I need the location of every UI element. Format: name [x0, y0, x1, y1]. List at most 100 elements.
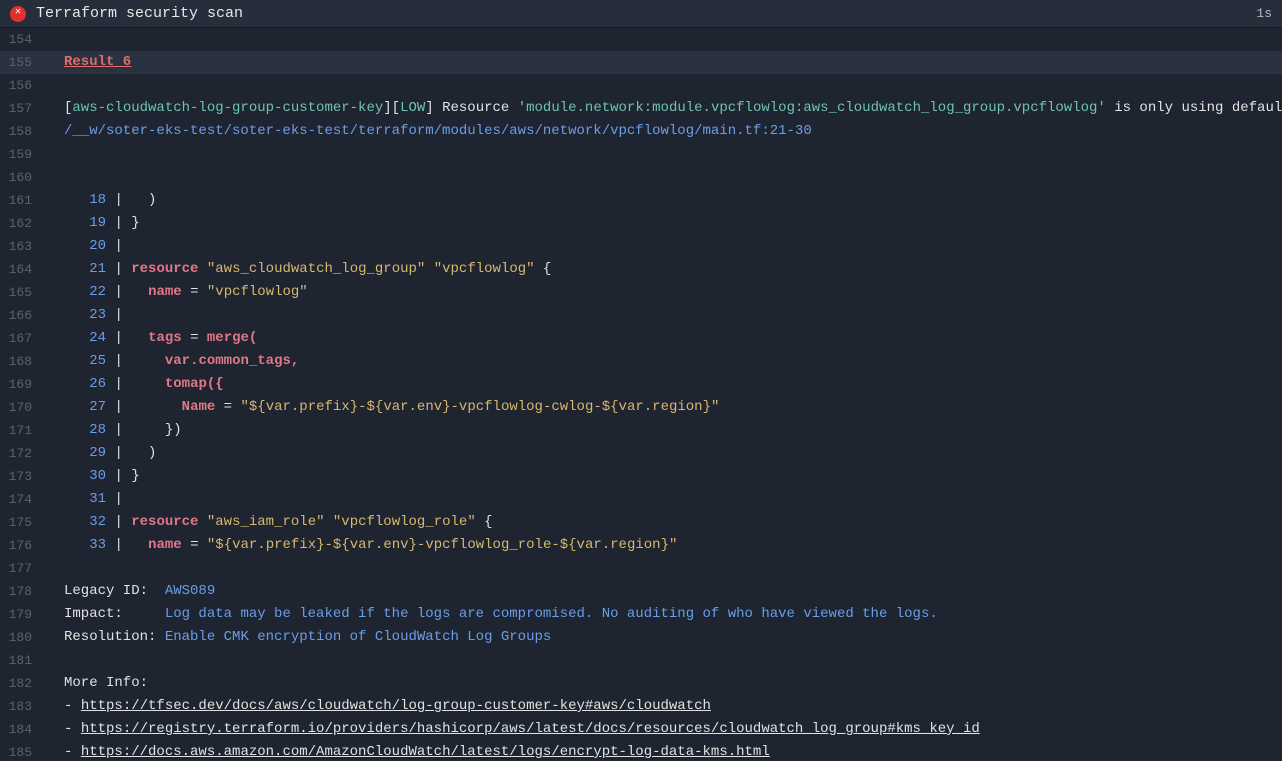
log-content: 24 | tags = merge(	[44, 327, 1282, 350]
legacy-id: AWS089	[165, 583, 215, 599]
gutter-number: 156	[0, 74, 44, 97]
error-circle-icon: ✕	[10, 6, 26, 22]
log-line: 174 31 |	[0, 488, 1282, 511]
log-line: 166 23 |	[0, 304, 1282, 327]
log-content: Legacy ID: AWS089	[44, 580, 1282, 603]
log-line: 171 28 | })	[0, 419, 1282, 442]
log-line: 160	[0, 166, 1282, 189]
gutter-number: 181	[0, 649, 44, 672]
gutter-number: 177	[0, 557, 44, 580]
log-line: 162 19 | }	[0, 212, 1282, 235]
gutter-number: 165	[0, 281, 44, 304]
gutter-number: 169	[0, 373, 44, 396]
info-link[interactable]: https://registry.terraform.io/providers/…	[81, 721, 980, 737]
log-content: /__w/soter-eks-test/soter-eks-test/terra…	[44, 120, 1282, 143]
gutter-number: 183	[0, 695, 44, 718]
gutter-number: 171	[0, 419, 44, 442]
log-line: 185- https://docs.aws.amazon.com/AmazonC…	[0, 741, 1282, 761]
log-line: 156	[0, 74, 1282, 97]
log-content	[44, 557, 1282, 580]
gutter-number: 178	[0, 580, 44, 603]
log-line: 154	[0, 28, 1282, 51]
log-content: 20 |	[44, 235, 1282, 258]
gutter-number: 174	[0, 488, 44, 511]
log-content	[44, 28, 1282, 51]
log-content: Impact: Log data may be leaked if the lo…	[44, 603, 1282, 626]
log-line: 178Legacy ID: AWS089	[0, 580, 1282, 603]
log-content	[44, 143, 1282, 166]
gutter-number: 157	[0, 97, 44, 120]
gutter-number: 164	[0, 258, 44, 281]
log-line: 179Impact: Log data may be leaked if the…	[0, 603, 1282, 626]
log-content	[44, 649, 1282, 672]
header-left: ✕ Terraform security scan	[10, 5, 243, 22]
rule-id: aws-cloudwatch-log-group-customer-key	[72, 100, 383, 116]
log-content: 19 | }	[44, 212, 1282, 235]
log-content: 18 | )	[44, 189, 1282, 212]
gutter-number: 185	[0, 741, 44, 761]
log-line: 170 27 | Name = "${var.prefix}-${var.env…	[0, 396, 1282, 419]
log-line: 167 24 | tags = merge(	[0, 327, 1282, 350]
gutter-number: 167	[0, 327, 44, 350]
log-line: 158 /__w/soter-eks-test/soter-eks-test/te…	[0, 120, 1282, 143]
gutter-number: 172	[0, 442, 44, 465]
panel-header: ✕ Terraform security scan 1s	[0, 0, 1282, 28]
gutter-number: 175	[0, 511, 44, 534]
log-line: 164 21 | resource "aws_cloudwatch_log_gr…	[0, 258, 1282, 281]
gutter-number: 162	[0, 212, 44, 235]
log-content: 29 | )	[44, 442, 1282, 465]
log-line: 168 25 | var.common_tags,	[0, 350, 1282, 373]
log-line: 181	[0, 649, 1282, 672]
gutter-number: 173	[0, 465, 44, 488]
log-line: 163 20 |	[0, 235, 1282, 258]
info-link[interactable]: https://tfsec.dev/docs/aws/cloudwatch/lo…	[81, 698, 711, 714]
log-output[interactable]: 154155 Result 6 156157[aws-cloudwatch-log-…	[0, 28, 1282, 761]
log-line: 177	[0, 557, 1282, 580]
gutter-number: 154	[0, 28, 44, 51]
gutter-number: 184	[0, 718, 44, 741]
log-content: - https://tfsec.dev/docs/aws/cloudwatch/…	[44, 695, 1282, 718]
gutter-number: 155	[0, 51, 44, 74]
gutter-number: 166	[0, 304, 44, 327]
result-header: Result 6	[64, 54, 131, 70]
info-link[interactable]: https://docs.aws.amazon.com/AmazonCloudW…	[81, 744, 770, 760]
log-line: 176 33 | name = "${var.prefix}-${var.env…	[0, 534, 1282, 557]
log-content: [aws-cloudwatch-log-group-customer-key][…	[44, 97, 1282, 120]
gutter-number: 176	[0, 534, 44, 557]
log-content: 33 | name = "${var.prefix}-${var.env}-vp…	[44, 534, 1282, 557]
log-line: 175 32 | resource "aws_iam_role" "vpcflo…	[0, 511, 1282, 534]
log-line: 157[aws-cloudwatch-log-group-customer-ke…	[0, 97, 1282, 120]
log-content: 22 | name = "vpcflowlog"	[44, 281, 1282, 304]
log-line: 180Resolution: Enable CMK encryption of …	[0, 626, 1282, 649]
impact-text: Log data may be leaked if the logs are c…	[165, 606, 938, 622]
file-path[interactable]: /__w/soter-eks-test/soter-eks-test/terra…	[64, 123, 812, 139]
severity: LOW	[400, 100, 425, 116]
gutter-number: 158	[0, 120, 44, 143]
log-content	[44, 166, 1282, 189]
log-line: 173 30 | }	[0, 465, 1282, 488]
gutter-number: 170	[0, 396, 44, 419]
gutter-number: 180	[0, 626, 44, 649]
log-content: 23 |	[44, 304, 1282, 327]
gutter-number: 159	[0, 143, 44, 166]
log-line: 161 18 | )	[0, 189, 1282, 212]
panel-duration: 1s	[1256, 6, 1272, 21]
gutter-number: 161	[0, 189, 44, 212]
gutter-number: 179	[0, 603, 44, 626]
log-content: 32 | resource "aws_iam_role" "vpcflowlog…	[44, 511, 1282, 534]
log-content	[44, 74, 1282, 97]
log-content: 27 | Name = "${var.prefix}-${var.env}-vp…	[44, 396, 1282, 419]
gutter-number: 182	[0, 672, 44, 695]
gutter-number: 168	[0, 350, 44, 373]
log-content: - https://docs.aws.amazon.com/AmazonClou…	[44, 741, 1282, 761]
resolution-text: Enable CMK encryption of CloudWatch Log …	[165, 629, 551, 645]
log-line: 165 22 | name = "vpcflowlog"	[0, 281, 1282, 304]
log-content: - https://registry.terraform.io/provider…	[44, 718, 1282, 741]
log-content: 26 | tomap({	[44, 373, 1282, 396]
log-content: 30 | }	[44, 465, 1282, 488]
log-content: Result 6	[44, 51, 1282, 74]
log-content: 25 | var.common_tags,	[44, 350, 1282, 373]
log-line: 182More Info:	[0, 672, 1282, 695]
log-content: 31 |	[44, 488, 1282, 511]
log-content: 28 | })	[44, 419, 1282, 442]
